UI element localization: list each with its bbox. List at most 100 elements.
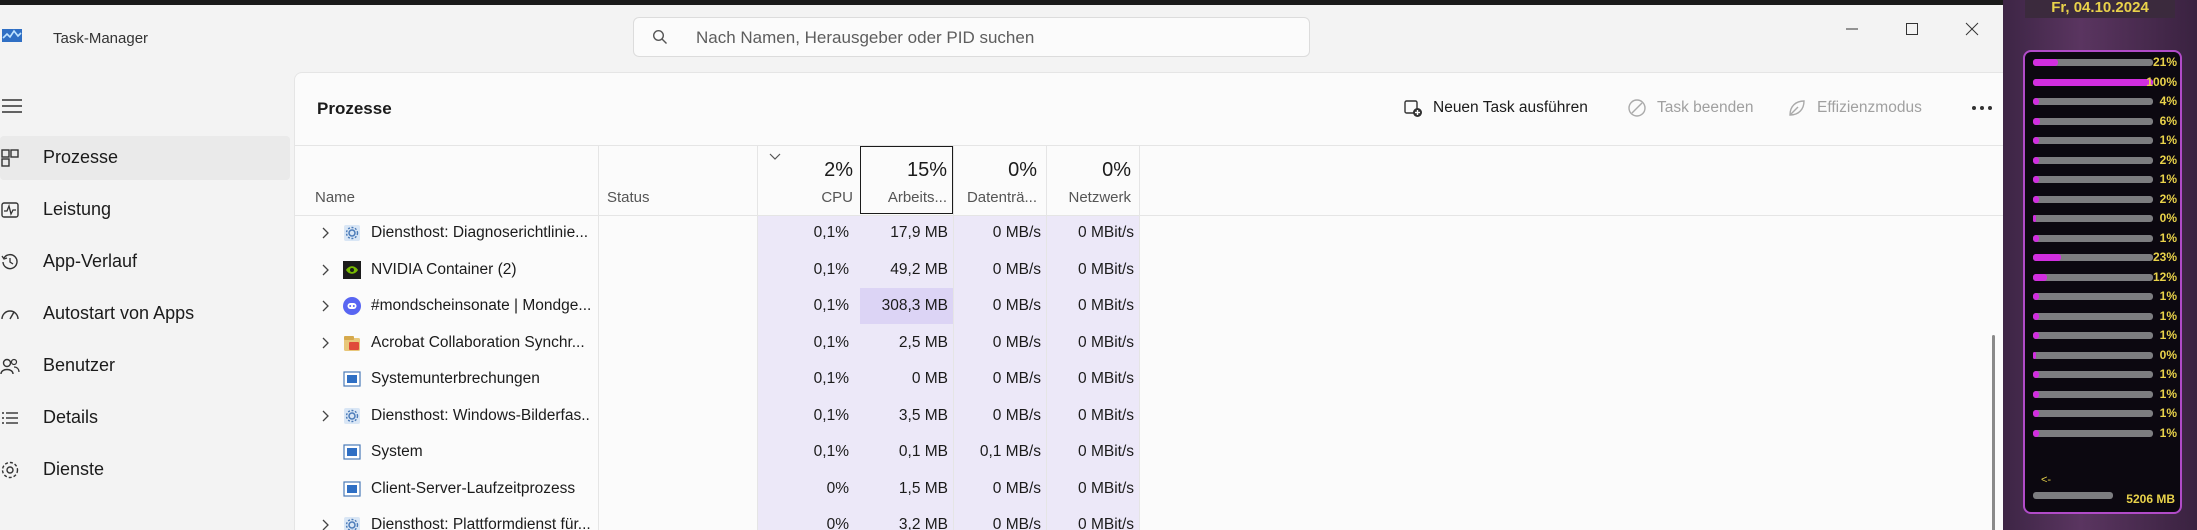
sidebar-item-label: Details [43, 407, 99, 427]
vertical-scrollbar[interactable] [1992, 335, 1995, 530]
gear-icon [343, 516, 361, 530]
network-value: 0 MBit/s [1078, 260, 1134, 278]
gadget-date: Fr, 04.10.2024 [2025, 0, 2175, 18]
processes-icon [0, 148, 20, 168]
task-manager-window: Task-Manager Prozesse Leistung App-Verlauf… [0, 5, 2003, 530]
network-value: 0 MBit/s [1078, 370, 1134, 387]
cpu-value: 0,1% [813, 406, 849, 424]
system-monitor-gadget: Fr, 04.10.2024 21% 100% 4% 6% 1% 2% 1% 2% 0% 1% 23… [2003, 0, 2197, 530]
cpu-label: CPU [821, 189, 853, 206]
new-task-label: Neuen Task ausführen [1433, 99, 1588, 116]
gadget-meter-value: 0% [2159, 211, 2177, 225]
table-row[interactable]: Diensthost: Diagnoserichtlinie... 0,1% 17,… [295, 215, 1985, 251]
gadget-meter [2033, 98, 2153, 105]
process-name: Diensthost: Plattformdienst für... [371, 516, 591, 530]
memory-value: 0 MB [911, 370, 948, 387]
gadget-meter-fill [2033, 371, 2039, 378]
gadget-meter-fill [2033, 98, 2039, 105]
gadget-meter [2033, 332, 2153, 339]
sidebar-item-prozesse[interactable]: Prozesse [0, 136, 290, 180]
sidebar-item-label: Prozesse [43, 147, 119, 167]
gadget-meter [2033, 195, 2153, 203]
acrobat-icon [343, 334, 361, 352]
system-icon [343, 370, 361, 388]
close-button[interactable] [1942, 11, 2002, 47]
chevron-right-icon[interactable] [320, 337, 330, 349]
gadget-meter-value: 0% [2159, 347, 2177, 362]
disk-value: 0 MB/s [992, 406, 1041, 424]
gadget-meter-value: 23% [2152, 250, 2177, 264]
memory-label: Arbeits... [887, 189, 947, 206]
gadget-meter-fill [2033, 293, 2039, 300]
gadget-memory-meter [2033, 492, 2113, 499]
gadget-meter-value: 4% [2159, 94, 2177, 108]
gadget-meter-value: 1% [2159, 230, 2177, 245]
gadget-meter-fill [2033, 410, 2039, 417]
cpu-value: 0,1% [813, 443, 849, 460]
memory-value: 1,5 MB [898, 479, 948, 497]
services-icon [0, 460, 20, 480]
table-row[interactable]: Acrobat Collaboration Synchr... 0,1% 2,5 M… [295, 325, 1985, 361]
gadget-meter-fill [2033, 59, 2059, 66]
disk-label: Datenträ... [966, 189, 1037, 206]
system-icon [343, 443, 361, 461]
end-task-button[interactable]: Task beenden [1627, 93, 1754, 123]
new-task-button[interactable]: Neuen Task ausführen [1403, 93, 1588, 123]
search-box[interactable] [633, 17, 1310, 57]
table-row[interactable]: Diensthost: Plattformdienst für... 0% 3,2 … [295, 507, 1985, 530]
memory-value: 0,1 MB [898, 443, 948, 460]
table-row[interactable]: Client-Server-Laufzeitprozess 0% 1,5 MB 0 M… [295, 471, 1985, 507]
minimize-button[interactable] [1822, 11, 1882, 47]
efficiency-mode-button[interactable]: Effizienzmodus [1787, 93, 1922, 123]
chevron-right-icon[interactable] [320, 227, 330, 239]
network-value: 0 MBit/s [1078, 333, 1134, 351]
gadget-meter-value: 1% [2159, 386, 2177, 401]
chevron-right-icon[interactable] [320, 519, 330, 530]
gadget-meter-value: 1% [2159, 425, 2177, 440]
search-input[interactable] [694, 26, 1278, 50]
chevron-right-icon[interactable] [320, 264, 330, 276]
maximize-button[interactable] [1882, 11, 1942, 47]
minimize-icon [1846, 28, 1858, 30]
process-name: Diensthost: Diagnoserichtlinie... [371, 224, 589, 241]
sidebar-item-leistung[interactable]: Leistung [0, 188, 290, 232]
network-value: 0 MBit/s [1078, 516, 1134, 530]
sidebar-item-dienste[interactable]: Dienste [0, 448, 290, 492]
hamburger-menu-icon[interactable] [2, 98, 22, 114]
table-row[interactable]: NVIDIA Container (2) 0,1% 49,2 MB 0 MB/s 0 M… [295, 252, 1985, 288]
sidebar-item-app-verlauf[interactable]: App-Verlauf [0, 240, 290, 284]
column-header-status[interactable]: Status [607, 189, 650, 206]
page-title: Prozesse [317, 99, 392, 118]
sidebar-item-details[interactable]: Details [0, 396, 290, 440]
table-row[interactable]: System 0,1% 0,1 MB 0,1 MB/s 0 MBit/s [295, 434, 1985, 470]
gadget-memory: 5206 MB [2126, 492, 2175, 506]
sidebar-item-benutzer[interactable]: Benutzer [0, 344, 290, 388]
gadget-meter [2033, 78, 2153, 86]
chevron-right-icon[interactable] [320, 300, 330, 312]
process-name: Diensthost: Windows-Bilderfas... [371, 406, 591, 424]
column-header-name[interactable]: Name [315, 189, 355, 206]
network-total: 0% [1102, 159, 1131, 181]
discord-icon [343, 297, 361, 315]
disk-value: 0 MB/s [992, 333, 1041, 351]
gadget-arrow: <- [2041, 474, 2052, 486]
memory-value: 49,2 MB [890, 260, 948, 278]
table-row[interactable]: #mondscheinsonate | Mondge... 0,1% 308,3 M… [295, 288, 1985, 324]
performance-icon [0, 200, 20, 220]
gadget-meter-fill [2033, 137, 2039, 144]
startup-icon [0, 304, 20, 324]
table-row[interactable]: Systemunterbrechungen 0,1% 0 MB 0 MB/s 0 MBi… [295, 361, 1985, 397]
gadget-meter [2033, 215, 2153, 222]
gadget-meter [2033, 59, 2153, 66]
sidebar-item-label: Benutzer [43, 355, 116, 375]
gadget-panel: 21% 100% 4% 6% 1% 2% 1% 2% 0% 1% 23% 12% 1% 1% 1% 0% 1% 1… [2023, 50, 2182, 514]
gadget-meter-value: 100% [2146, 74, 2177, 89]
gadget-meter-fill [2033, 254, 2061, 261]
gadget-meter [2033, 410, 2153, 417]
task-manager-app-icon [2, 29, 22, 42]
column-header-memory[interactable]: 15% Arbeits... [860, 146, 953, 214]
chevron-right-icon[interactable] [320, 410, 330, 422]
table-row[interactable]: Diensthost: Windows-Bilderfas... 0,1% 3,5 … [295, 398, 1985, 434]
more-options-icon[interactable] [1970, 104, 1994, 112]
sidebar-item-autostart-von-apps[interactable]: Autostart von Apps [0, 292, 290, 336]
